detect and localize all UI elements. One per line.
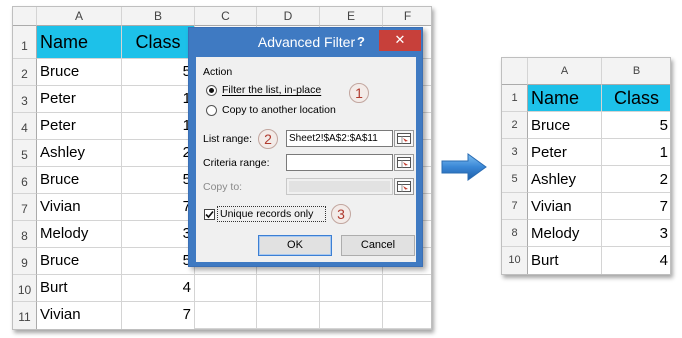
range-picker-icon — [397, 181, 411, 192]
row-header-6[interactable]: 6 — [13, 167, 37, 194]
table-cell-class[interactable]: 5 — [122, 59, 195, 86]
table-cell-name[interactable]: Vivian — [37, 194, 122, 221]
step-badge-3: 3 — [331, 204, 351, 224]
column-header-f[interactable]: F — [383, 7, 431, 26]
column-header-a[interactable]: A — [528, 58, 602, 85]
cell-a1-name-header[interactable]: Name — [528, 85, 602, 112]
table-cell-class[interactable]: 1 — [122, 86, 195, 113]
step-badge-2: 2 — [258, 129, 278, 149]
table-cell-name[interactable]: Melody — [37, 221, 122, 248]
table-cell-name[interactable]: Vivian — [37, 302, 122, 329]
column-header-e[interactable]: E — [320, 7, 383, 26]
table-cell-class[interactable]: 5 — [122, 248, 195, 275]
table-cell-name[interactable]: Burt — [37, 275, 122, 302]
column-header-c[interactable]: C — [195, 7, 257, 26]
row-header-5[interactable]: 5 — [13, 140, 37, 167]
criteria-range-picker-button[interactable] — [394, 154, 414, 171]
list-range-input[interactable]: Sheet2!$A$2:$A$11 — [286, 130, 393, 147]
select-all-corner[interactable] — [502, 58, 528, 85]
table-cell-class[interactable]: 5 — [602, 112, 670, 139]
table-cell-name[interactable]: Peter — [528, 139, 602, 166]
table-cell-name[interactable]: Melody — [528, 220, 602, 247]
range-picker-icon — [397, 157, 411, 168]
row-header-8[interactable]: 8 — [502, 220, 528, 247]
table-cell-class[interactable]: 3 — [602, 220, 670, 247]
range-picker-icon — [397, 133, 411, 144]
row-header-7[interactable]: 7 — [13, 194, 37, 221]
row-header-10[interactable]: 10 — [502, 247, 528, 274]
row-header-9[interactable]: 9 — [13, 248, 37, 275]
copy-to-location-label[interactable]: Copy to another location — [222, 104, 336, 116]
close-button[interactable]: ✕ — [379, 30, 421, 51]
step-badge-1: 1 — [349, 83, 369, 103]
row-header-2[interactable]: 2 — [13, 59, 37, 86]
row-header-4[interactable]: 4 — [13, 113, 37, 140]
advanced-filter-dialog: Advanced Filter ? ✕ Action Filter the li… — [188, 27, 423, 267]
table-cell-name[interactable]: Ashley — [37, 140, 122, 167]
table-cell-class[interactable]: 3 — [122, 221, 195, 248]
cell-b1-class-header[interactable]: Class — [122, 26, 195, 59]
dialog-body: Action Filter the list, in-place Copy to… — [196, 57, 416, 262]
row-header-1[interactable]: 1 — [502, 85, 528, 112]
table-cell-class[interactable]: 5 — [122, 167, 195, 194]
row-header-5[interactable]: 5 — [502, 166, 528, 193]
unique-records-checkbox[interactable] — [204, 209, 215, 220]
column-header-b[interactable]: B — [602, 58, 670, 85]
cancel-button[interactable]: Cancel — [341, 235, 415, 256]
row-header-7[interactable]: 7 — [502, 193, 528, 220]
filter-in-place-label[interactable]: Filter the list, in-place — [222, 84, 321, 96]
table-cell-class[interactable]: 4 — [602, 247, 670, 274]
cell-b1-class-header[interactable]: Class — [602, 85, 670, 112]
copy-to-location-radio[interactable] — [206, 105, 217, 116]
filter-in-place-radio[interactable] — [206, 85, 217, 96]
table-cell-class[interactable]: 2 — [122, 140, 195, 167]
copy-to-picker-button — [394, 178, 414, 195]
table-cell-name[interactable]: Ashley — [528, 166, 602, 193]
table-cell-name[interactable]: Vivian — [528, 193, 602, 220]
table-cell-class[interactable]: 2 — [602, 166, 670, 193]
right-arrow-icon — [441, 153, 487, 181]
table-cell-class[interactable]: 1 — [602, 139, 670, 166]
table-cell-class[interactable]: 7 — [122, 302, 195, 329]
list-range-label: List range: — [203, 133, 253, 145]
select-all-corner[interactable] — [13, 7, 37, 26]
row-header-8[interactable]: 8 — [13, 221, 37, 248]
unique-records-label[interactable]: Unique records only — [220, 208, 313, 220]
table-cell-name[interactable]: Burt — [528, 247, 602, 274]
table-cell-name[interactable]: Bruce — [37, 167, 122, 194]
list-range-picker-button[interactable] — [394, 130, 414, 147]
row-header-2[interactable]: 2 — [502, 112, 528, 139]
table-cell-class[interactable]: 1 — [122, 113, 195, 140]
checkmark-icon — [205, 210, 214, 219]
row-header-11[interactable]: 11 — [13, 302, 37, 329]
copy-to-label: Copy to: — [203, 181, 243, 193]
table-cell-class[interactable]: 4 — [122, 275, 195, 302]
row-header-10[interactable]: 10 — [13, 275, 37, 302]
criteria-range-input[interactable] — [286, 154, 393, 171]
table-cell-name[interactable]: Peter — [37, 113, 122, 140]
column-header-d[interactable]: D — [257, 7, 320, 26]
table-cell-name[interactable]: Peter — [37, 86, 122, 113]
column-header-a[interactable]: A — [37, 7, 122, 26]
table-cell-name[interactable]: Bruce — [37, 248, 122, 275]
ok-button[interactable]: OK — [258, 235, 332, 256]
action-group-label: Action — [203, 66, 233, 78]
table-cell-name[interactable]: Bruce — [37, 59, 122, 86]
row-header-3[interactable]: 3 — [502, 139, 528, 166]
copy-to-input — [286, 178, 393, 195]
column-header-b[interactable]: B — [122, 7, 195, 26]
table-cell-name[interactable]: Bruce — [528, 112, 602, 139]
row-header-1[interactable]: 1 — [13, 26, 37, 59]
row-header-3[interactable]: 3 — [13, 86, 37, 113]
help-button[interactable]: ? — [353, 28, 369, 56]
table-cell-class[interactable]: 7 — [602, 193, 670, 220]
table-cell-class[interactable]: 7 — [122, 194, 195, 221]
cell-a1-name-header[interactable]: Name — [37, 26, 122, 59]
filtered-worksheet: A B 1 2 3 5 7 8 10 Name Class Bruce 5 Pe… — [501, 57, 671, 275]
close-icon: ✕ — [394, 32, 406, 47]
criteria-range-label: Criteria range: — [203, 157, 270, 169]
